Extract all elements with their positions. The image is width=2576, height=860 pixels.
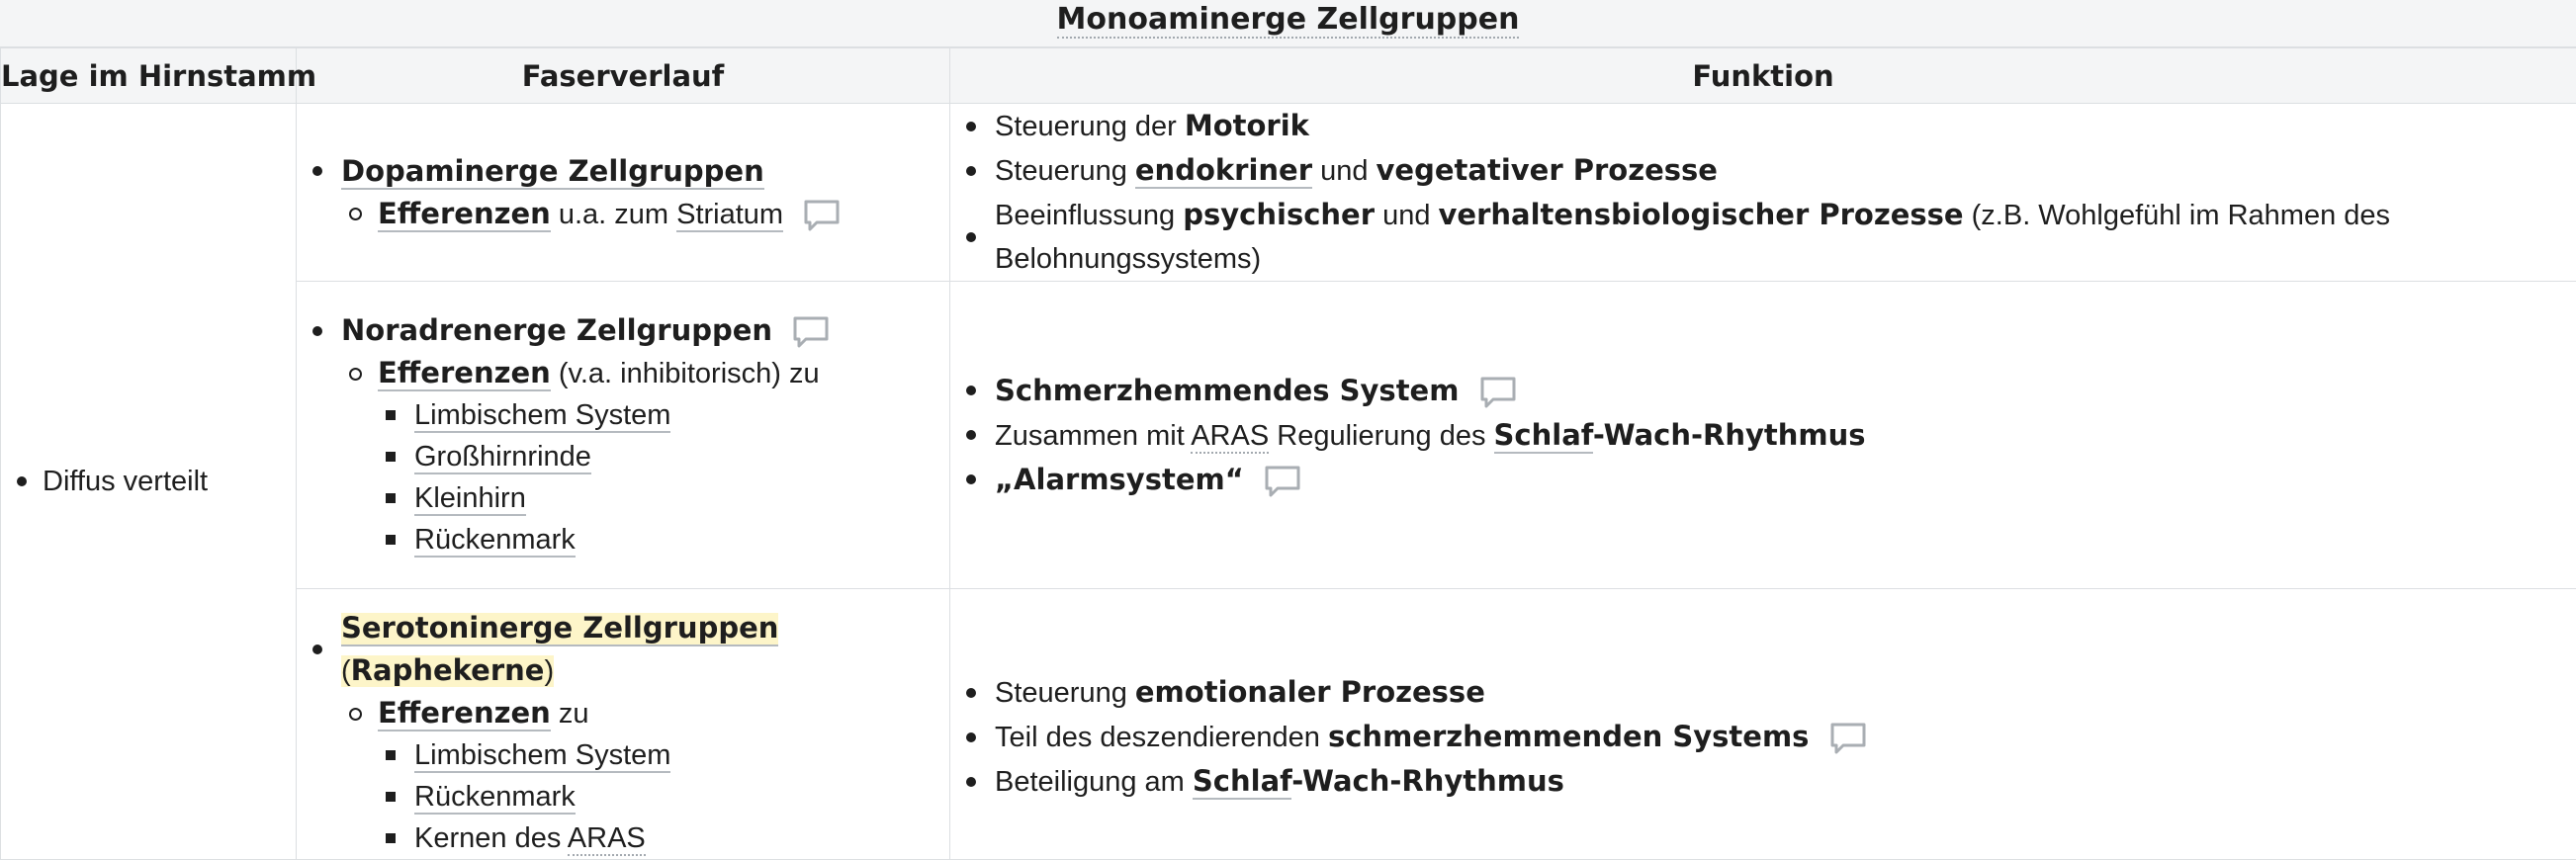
table-row: Diffus verteilt Dopaminerge Zellgruppen …: [1, 104, 2576, 282]
list-item: Noradrenerge Zellgruppen: [297, 309, 949, 352]
efferenzen-link[interactable]: Efferenzen: [378, 356, 551, 391]
funktion-text: Steuerung: [995, 155, 1135, 187]
list-item: Schmerzhemmendes System: [950, 369, 2576, 413]
list-item: Diffus verteilt: [1, 466, 296, 498]
efferenzen-link[interactable]: Efferenzen: [378, 197, 551, 232]
noradrenerge-label: Noradrenerge Zellgruppen: [341, 313, 772, 347]
list-item: Steuerung der Motorik: [950, 104, 2576, 148]
funktion-bold: verhaltensbiologischer Prozesse: [1439, 198, 1964, 231]
efferenzen-link[interactable]: Efferenzen: [378, 696, 551, 731]
funktion-text: und: [1375, 200, 1439, 231]
funktion-bold: schmerzhemmenden Systems: [1328, 720, 1809, 753]
funktion-bold: vegetativer Prozesse: [1377, 153, 1718, 187]
target-link[interactable]: Großhirnrinde: [414, 441, 591, 474]
funktion-text: Steuerung: [995, 677, 1135, 709]
target-link[interactable]: Limbischem System: [414, 399, 670, 433]
efferenzen-text: zu: [551, 698, 589, 730]
faser-cell-dopamin: Dopaminerge Zellgruppen Efferenzen u.a. …: [297, 104, 950, 282]
funktion-bold: psychischer: [1183, 198, 1375, 231]
table-row: Noradrenerge Zellgruppen Efferenzen (v.a…: [1, 282, 2576, 589]
aras-link[interactable]: ARAS: [1191, 420, 1269, 454]
target-text: Kernen des: [414, 822, 568, 854]
list-item: Efferenzen u.a. zum Striatum: [297, 193, 949, 235]
funktion-text: und: [1312, 155, 1377, 187]
list-item: Dopaminerge Zellgruppen: [297, 150, 949, 193]
funktion-bold: -Wach-Rhythmus: [1593, 418, 1866, 452]
funktion-bold: „Alarmsystem“: [995, 463, 1244, 496]
list-item: Großhirnrinde: [297, 436, 949, 477]
target-link[interactable]: Kleinhirn: [414, 482, 526, 516]
lage-cell: Diffus verteilt: [1, 104, 297, 860]
list-item: Kernen des ARAS: [297, 817, 949, 859]
funktion-text: Teil des deszendierenden: [995, 722, 1328, 753]
dopaminerge-link[interactable]: Dopaminerge Zellgruppen: [341, 154, 764, 190]
funktion-text: Beeinflussung: [995, 200, 1183, 231]
funktion-bold: emotionaler Prozesse: [1135, 675, 1485, 709]
list-item: Serotoninerge Zellgruppen (Raphekerne): [297, 607, 949, 692]
speech-bubble-icon[interactable]: [803, 199, 841, 232]
funktion-text: Regulierung des: [1269, 420, 1493, 452]
list-item: Limbischem System: [297, 394, 949, 436]
header-lage: Lage im Hirnstamm: [1, 48, 297, 104]
endokriner-link[interactable]: endokriner: [1135, 153, 1312, 189]
funktion-cell-noradrenalin: Schmerzhemmendes System Zusammen mit ARA…: [950, 282, 2576, 589]
list-item: Efferenzen (v.a. inhibitorisch) zu: [297, 352, 949, 394]
funktion-cell-dopamin: Steuerung der Motorik Steuerung endokrin…: [950, 104, 2576, 282]
list-item: Beeinflussung psychischer und verhaltens…: [950, 193, 2576, 281]
table-caption: Monoaminerge Zellgruppen: [0, 0, 2576, 47]
header-funktion: Funktion: [950, 48, 2576, 104]
funktion-text: Zusammen mit: [995, 420, 1191, 452]
list-item: Beteiligung am Schlaf-Wach-Rhythmus: [950, 759, 2576, 804]
list-item: Steuerung endokriner und vegetativer Pro…: [950, 148, 2576, 193]
paren: (: [341, 655, 351, 687]
monoamine-table: Lage im Hirnstamm Faserverlauf Funktion …: [0, 47, 2576, 860]
target-link[interactable]: Limbischem System: [414, 739, 670, 773]
table-row: Serotoninerge Zellgruppen (Raphekerne) E…: [1, 589, 2576, 860]
list-item: Zusammen mit ARAS Regulierung des Schlaf…: [950, 413, 2576, 458]
speech-bubble-icon[interactable]: [792, 315, 830, 349]
list-item: Teil des deszendierenden schmerzhemmende…: [950, 715, 2576, 759]
paren: ): [544, 655, 554, 687]
raphekerne-label: Raphekerne: [351, 653, 545, 687]
faser-cell-serotonin: Serotoninerge Zellgruppen (Raphekerne) E…: [297, 589, 950, 860]
list-item: Rückenmark: [297, 776, 949, 817]
target-link[interactable]: Rückenmark: [414, 781, 576, 815]
target-link[interactable]: Rückenmark: [414, 524, 576, 558]
list-item: Rückenmark: [297, 519, 949, 560]
striatum-link[interactable]: Striatum: [676, 199, 783, 232]
header-faserverlauf: Faserverlauf: [297, 48, 950, 104]
schlaf-link[interactable]: Schlaf: [1494, 418, 1593, 454]
schlaf-link[interactable]: Schlaf: [1193, 764, 1291, 800]
funktion-text: Steuerung der: [995, 111, 1185, 142]
list-item: Kleinhirn: [297, 477, 949, 519]
speech-bubble-icon[interactable]: [1264, 465, 1301, 498]
aras-link[interactable]: ARAS: [568, 822, 646, 856]
list-item: Limbischem System: [297, 734, 949, 776]
speech-bubble-icon[interactable]: [1829, 722, 1867, 755]
funktion-bold: -Wach-Rhythmus: [1291, 764, 1564, 798]
efferenzen-text: (v.a. inhibitorisch) zu: [551, 358, 820, 389]
faser-cell-noradrenalin: Noradrenerge Zellgruppen Efferenzen (v.a…: [297, 282, 950, 589]
efferenzen-text: u.a. zum: [551, 199, 676, 230]
funktion-bold: Schmerzhemmendes System: [995, 374, 1459, 407]
list-item: Efferenzen zu: [297, 692, 949, 734]
lage-text: Diffus verteilt: [43, 466, 208, 497]
serotoninerge-link[interactable]: Serotoninerge Zellgruppen: [341, 611, 778, 646]
speech-bubble-icon[interactable]: [1479, 376, 1517, 409]
funktion-cell-serotonin: Steuerung emotionaler Prozesse Teil des …: [950, 589, 2576, 860]
funktion-bold: Motorik: [1185, 109, 1309, 142]
funktion-text: Beteiligung am: [995, 766, 1193, 798]
table-title[interactable]: Monoaminerge Zellgruppen: [1057, 2, 1520, 39]
list-item: „Alarmsystem“: [950, 458, 2576, 502]
list-item: Steuerung emotionaler Prozesse: [950, 670, 2576, 715]
